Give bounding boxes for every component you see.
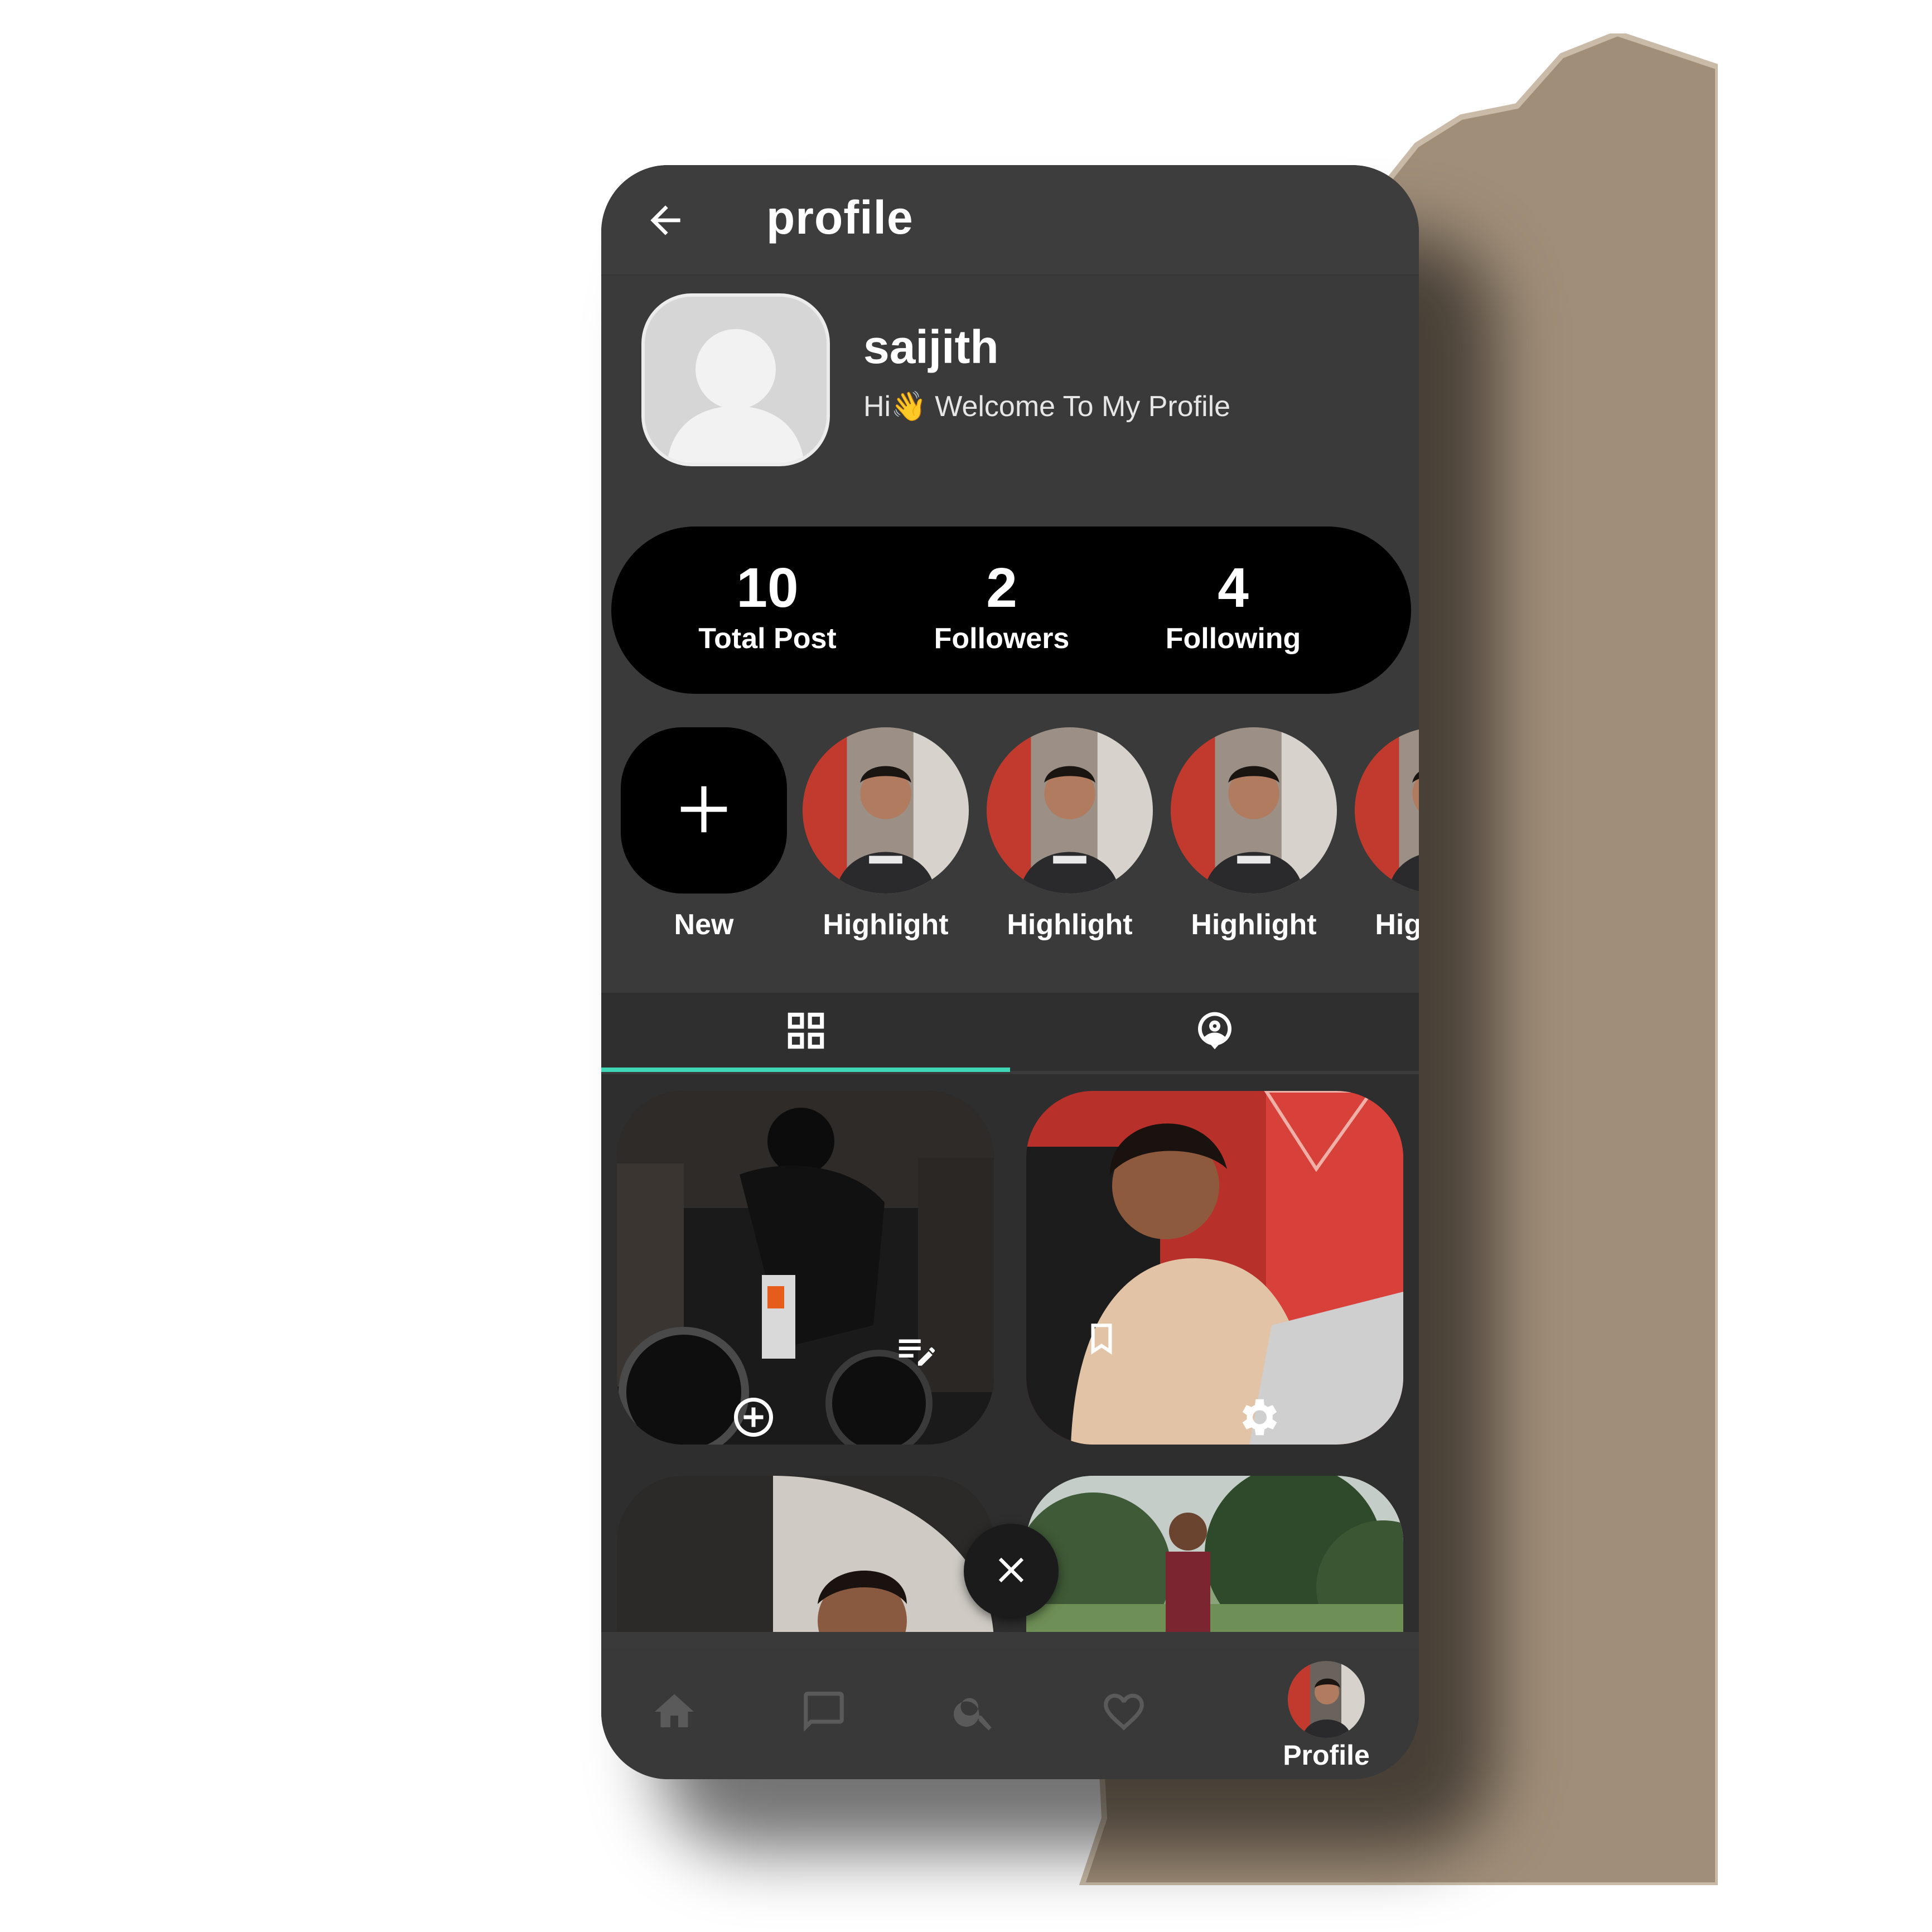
highlight-thumbnail — [803, 727, 969, 893]
new-highlight-circle — [621, 727, 787, 893]
chat-icon — [800, 1688, 848, 1738]
plus-icon — [673, 779, 735, 843]
add-circle-icon[interactable] — [728, 1392, 779, 1442]
stat-total-post[interactable]: 10 Total Post — [667, 560, 868, 658]
highlight-item[interactable]: Highlight — [1354, 727, 1419, 941]
highlight-label: Highlight — [1007, 909, 1133, 941]
settings-icon[interactable] — [1233, 1392, 1283, 1442]
stat-label: Following — [1165, 622, 1301, 655]
bookmark-icon[interactable] — [1076, 1314, 1127, 1364]
stat-value: 10 — [736, 557, 799, 619]
profile-username: saijith — [863, 321, 999, 373]
highlight-item[interactable]: Highlight — [1170, 727, 1337, 941]
new-highlight-button[interactable]: New — [620, 727, 788, 941]
stat-following[interactable]: 4 Following — [1133, 560, 1334, 658]
stat-followers[interactable]: 2 Followers — [901, 560, 1102, 658]
stat-value: 2 — [986, 557, 1017, 619]
screen: profile saijith Hi👋 Welcome To My Profil… — [0, 0, 1932, 1932]
highlight-item[interactable]: Highlight — [986, 727, 1153, 941]
nav-search[interactable] — [933, 1671, 1016, 1755]
profile-bio: Hi👋 Welcome To My Profile — [863, 390, 1231, 423]
stats-bar: 10 Total Post 2 Followers 4 Following — [611, 527, 1411, 694]
post-thumbnail[interactable] — [1026, 1091, 1403, 1445]
tab-tagged[interactable] — [1010, 993, 1419, 1071]
top-app-bar: profile — [601, 165, 1419, 276]
highlights-row: New Highlight Highlight Highlight Hig — [601, 727, 1419, 950]
grid-icon — [782, 1007, 830, 1057]
highlight-thumbnail — [1355, 727, 1419, 893]
arrow-left-icon — [643, 198, 688, 245]
phone-frame: profile saijith Hi👋 Welcome To My Profil… — [601, 165, 1419, 1779]
close-button[interactable] — [964, 1524, 1059, 1619]
nav-messages[interactable] — [782, 1671, 866, 1755]
home-icon — [651, 1688, 698, 1738]
active-tab-indicator — [601, 1068, 1010, 1072]
tab-grid[interactable] — [601, 993, 1010, 1071]
post-thumbnail[interactable] — [617, 1476, 994, 1632]
stat-value: 4 — [1218, 557, 1249, 619]
edit-list-icon[interactable] — [890, 1325, 940, 1375]
search-icon — [951, 1688, 998, 1738]
page-title: profile — [766, 191, 914, 244]
post-thumbnail[interactable] — [617, 1091, 994, 1445]
highlight-thumbnail — [1171, 727, 1337, 893]
heart-icon — [1100, 1688, 1148, 1738]
stat-label: Total Post — [698, 622, 837, 655]
tagged-person-icon — [1192, 1008, 1237, 1056]
profile-tabs — [601, 993, 1419, 1072]
nav-home[interactable] — [632, 1671, 716, 1755]
profile-avatar[interactable] — [641, 293, 830, 466]
stat-label: Followers — [934, 622, 1070, 655]
close-icon — [990, 1549, 1032, 1594]
highlight-label: Highlight — [1375, 909, 1419, 941]
bottom-navigation: Profile — [601, 1649, 1419, 1779]
highlight-label: New — [674, 909, 734, 941]
post-thumbnail[interactable] — [1026, 1476, 1403, 1632]
nav-profile[interactable]: Profile — [1265, 1661, 1388, 1771]
highlight-item[interactable]: Highlight — [802, 727, 969, 941]
nav-profile-label: Profile — [1283, 1740, 1370, 1771]
nav-likes[interactable] — [1082, 1671, 1166, 1755]
highlight-thumbnail — [987, 727, 1153, 893]
highlight-label: Highlight — [1191, 909, 1317, 941]
back-button[interactable] — [640, 196, 690, 247]
nav-profile-avatar — [1288, 1661, 1365, 1738]
highlight-label: Highlight — [823, 909, 949, 941]
